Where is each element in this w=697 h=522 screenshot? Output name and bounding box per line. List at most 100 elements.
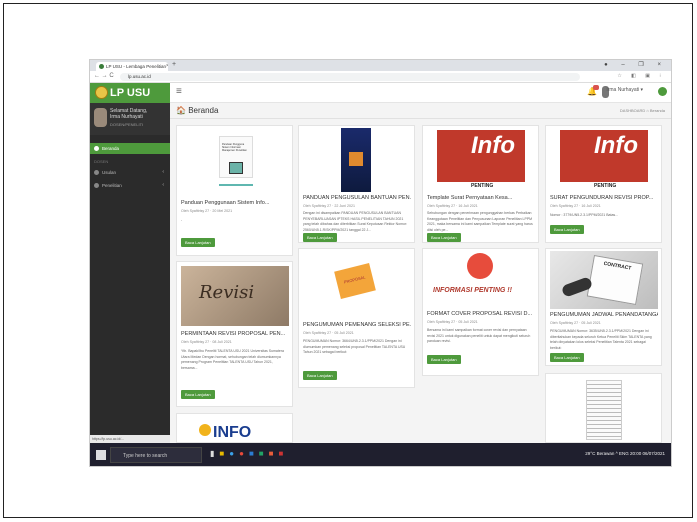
- tab-close-icon[interactable]: ×: [166, 62, 168, 71]
- news-card[interactable]: INFORMASI PENTING !! FORMAT COVER PROPOS…: [422, 248, 539, 376]
- card-title[interactable]: Template Surat Pernyataan Kesa...: [427, 195, 535, 201]
- breadcrumb: DASHBOARD ⌂ Beranda: [619, 108, 665, 113]
- card-thumbnail: Revisi: [181, 266, 289, 326]
- user-menu[interactable]: Irma Nurhayati ▾: [606, 87, 643, 93]
- read-more-button[interactable]: Baca Lanjutan: [427, 233, 461, 242]
- profile-name: Selamat Datang, Irma Nurhayati: [110, 108, 148, 120]
- pdf-icon[interactable]: ■: [278, 449, 288, 458]
- news-card[interactable]: [545, 373, 662, 443]
- home-icon: [94, 146, 99, 151]
- chevron-icon: ‹: [162, 169, 164, 175]
- read-more-button[interactable]: Baca Lanjutan: [181, 238, 215, 247]
- powerpoint-icon[interactable]: ■: [269, 449, 279, 458]
- windows-taskbar: Type here to search ▮■●●■■■■ 29°C Berawa…: [90, 443, 671, 466]
- news-card[interactable]: Panduan Pengguna Sistem Informasi Manaje…: [176, 125, 293, 256]
- card-title[interactable]: SURAT PENGUNDURAN REVISI PROP...: [550, 195, 658, 201]
- toolbar-icons[interactable]: ☆ ◧ ▣ ⁝: [617, 73, 665, 79]
- news-card[interactable]: Info PENTING Template Surat Pernyataan K…: [422, 125, 539, 243]
- status-url: https://lp.usu.ac.id/...: [90, 435, 170, 443]
- outer-frame: LP USU - Lembaga Penelitian × + ● – ❐ × …: [3, 3, 693, 518]
- card-thumbnail: INFO: [181, 418, 289, 442]
- browser-tab[interactable]: LP USU - Lembaga Penelitian ×: [96, 62, 168, 71]
- read-more-button[interactable]: Baca Lanjutan: [550, 353, 584, 362]
- taskbar-app-icons[interactable]: ▮■●●■■■■: [210, 449, 288, 458]
- card-body: Nomor : 3779/UN5.2.3.1/PPM/2021 Batas...: [550, 213, 619, 217]
- news-card[interactable]: Info PENTING SURAT PENGUNDURAN REVISI PR…: [545, 125, 662, 243]
- contract-paper: CONTRACT: [586, 254, 644, 306]
- card-meta: Oleh Syafitrisy 27 · 20 Mei 2021: [181, 209, 233, 213]
- card-body: Sehubungan dengan penerimaan pengunggaha…: [427, 211, 533, 232]
- word-icon[interactable]: ■: [249, 449, 259, 458]
- card-thumbnail: Info PENTING: [550, 128, 658, 190]
- sidebar-item-usulan[interactable]: Usulan ‹: [90, 167, 170, 178]
- window-controls[interactable]: ● – ❐ ×: [604, 61, 667, 68]
- windows-start-icon[interactable]: [96, 450, 106, 460]
- chrome-icon[interactable]: ●: [239, 449, 249, 458]
- settings-icon[interactable]: [658, 87, 667, 96]
- nav-buttons[interactable]: ← → C: [94, 73, 114, 79]
- excel-icon[interactable]: ■: [259, 449, 269, 458]
- task-view-icon[interactable]: ▮: [210, 449, 219, 458]
- card-thumbnail: Panduan Pengguna Sistem Informasi Manaje…: [181, 132, 289, 194]
- news-card[interactable]: Revisi PERMINTAAN REVISI PROPOSAL PEN...…: [176, 261, 293, 407]
- system-tray[interactable]: 29°C Berawan ^ ENG 20:00 06/07/2021: [585, 451, 665, 456]
- card-title[interactable]: PENGUMUMAN JADWAL PENANDATANGA...: [550, 312, 658, 318]
- sidebar-item-label: Penelitian: [102, 183, 122, 188]
- edge-icon[interactable]: ●: [229, 449, 239, 458]
- sidebar-item-label: Usulan: [102, 170, 117, 175]
- card-thumbnail: [550, 376, 658, 442]
- penting-text: PENTING: [471, 183, 494, 189]
- megaphone-icon: [199, 424, 211, 436]
- read-more-button[interactable]: Baca Lanjutan: [181, 390, 215, 399]
- card-title[interactable]: Panduan Penggunaan Sistem Info...: [181, 200, 289, 206]
- favicon-icon: [99, 64, 104, 69]
- file-icon: [94, 170, 99, 175]
- main-content: 🏠 Beranda DASHBOARD ⌂ Beranda Panduan Pe…: [170, 103, 671, 443]
- taskbar-search-input[interactable]: Type here to search: [110, 447, 202, 463]
- divider: [219, 184, 253, 186]
- megaphone-icon: [467, 253, 493, 279]
- sidebar-item-beranda[interactable]: Beranda: [90, 143, 170, 154]
- sidebar-item-penelitian[interactable]: Penelitian ‹: [90, 180, 170, 191]
- info-text: INFO: [213, 424, 252, 441]
- url-input[interactable]: lp.usu.ac.id: [120, 73, 580, 81]
- read-more-button[interactable]: Baca Lanjutan: [303, 371, 337, 380]
- usu-seal-icon: [95, 86, 108, 99]
- news-card[interactable]: PANDUAN PENGUSULAN BANTUAN PEN... Oleh S…: [298, 125, 415, 243]
- address-bar: ← → C lp.usu.ac.id ☆ ◧ ▣ ⁝: [90, 71, 671, 83]
- card-thumbnail: [303, 128, 411, 192]
- file-explorer-icon[interactable]: ■: [219, 449, 229, 458]
- card-meta: Oleh Syafitrisy 27 · 16 Juli 2021: [550, 204, 601, 208]
- read-more-button[interactable]: Baca Lanjutan: [303, 233, 337, 242]
- news-card[interactable]: CONTRACT PENGUMUMAN JADWAL PENANDATANGA.…: [545, 248, 662, 366]
- document-preview: [586, 380, 622, 440]
- sidebar-item-label: Beranda: [102, 146, 120, 151]
- browser-tabbar: LP USU - Lembaga Penelitian × + ● – ❐ ×: [90, 60, 671, 71]
- info-banner: Info: [437, 130, 525, 182]
- sidebar: Selamat Datang, Irma Nurhayati DOSEN/PEN…: [90, 103, 170, 443]
- card-title[interactable]: FORMAT COVER PROPOSAL REVISI D...: [427, 311, 535, 317]
- card-body: -: [181, 218, 183, 222]
- card-body: Dengan ini disampaikan PANDUAN PENGUSULA…: [303, 211, 408, 232]
- card-title[interactable]: PERMINTAAN REVISI PROPOSAL PEN...: [181, 331, 289, 337]
- info-penting-text: INFORMASI PENTING !!: [433, 287, 512, 294]
- card-title[interactable]: PENGUMUMAN PEMENANG SELEKSI PE...: [303, 322, 411, 328]
- penting-text: PENTING: [594, 183, 617, 189]
- read-more-button[interactable]: Baca Lanjutan: [427, 355, 461, 364]
- news-card[interactable]: INFO: [176, 413, 293, 443]
- card-thumbnail: CONTRACT: [550, 251, 658, 309]
- brand-text: LP USU: [110, 87, 151, 99]
- sidebar-section: DOSEN: [94, 159, 109, 164]
- hamburger-icon[interactable]: ≡: [176, 86, 182, 97]
- card-body: Yth. Bapak/Ibu Peneliti TALENTA USU 2021…: [181, 349, 284, 370]
- read-more-button[interactable]: Baca Lanjutan: [550, 225, 584, 234]
- card-title[interactable]: PANDUAN PENGUSULAN BANTUAN PEN...: [303, 195, 411, 201]
- chevron-icon: ‹: [162, 182, 164, 188]
- card-meta: Oleh Syafitrisy 27 · 08 Juli 2021: [181, 340, 232, 344]
- profile-avatar: [94, 108, 107, 127]
- news-card[interactable]: PROPOSAL PENGUMUMAN PEMENANG SELEKSI PE.…: [298, 248, 415, 388]
- new-tab-button[interactable]: +: [172, 61, 176, 68]
- card-body: PENGUMUMAN Nomor: 3664/UN5.2.3.1/PPM/202…: [303, 339, 406, 354]
- book-icon: [94, 183, 99, 188]
- brand-logo[interactable]: LP USU: [90, 83, 170, 103]
